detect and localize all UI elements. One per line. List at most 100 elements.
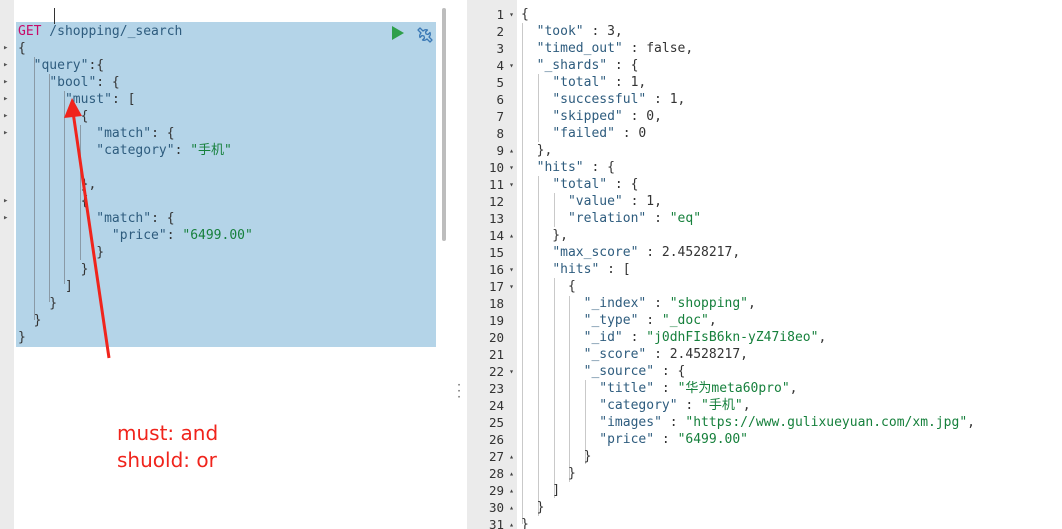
response-line[interactable]: "timed_out" : false, — [521, 40, 694, 57]
fold-toggle-icon[interactable]: ▸ — [3, 195, 9, 208]
response-line[interactable]: "relation" : "eq" — [521, 210, 701, 227]
fold-end-icon[interactable]: ▴ — [507, 448, 516, 465]
request-line[interactable]: "match": { — [18, 125, 174, 142]
response-line[interactable]: }, — [521, 142, 553, 159]
code-token: { — [18, 194, 89, 209]
response-line[interactable]: "price" : "6499.00" — [521, 431, 748, 448]
line-number: 2 — [496, 24, 504, 39]
vertical-dots-icon[interactable]: · · · — [454, 379, 464, 403]
fold-end-icon[interactable]: ▴ — [507, 227, 516, 244]
fold-toggle-icon[interactable]: ▸ — [3, 127, 9, 140]
request-editor[interactable]: ▸ ▸ ▸ ▸ ▸ ▸ ▸ ▸ GET /shopping/_search { "query"… — [0, 0, 446, 529]
line-number: 29 — [488, 483, 504, 498]
response-line[interactable]: { — [521, 278, 576, 295]
request-line[interactable]: "price": "6499.00" — [18, 227, 253, 244]
request-line[interactable]: } — [18, 329, 26, 346]
response-line[interactable]: "successful" : 1, — [521, 91, 685, 108]
request-line[interactable]: { — [18, 108, 89, 125]
fold-collapse-icon[interactable]: ▾ — [507, 261, 516, 278]
request-line[interactable]: "match": { — [18, 210, 174, 227]
code-token: "must" — [64, 92, 112, 107]
fold-end-icon[interactable]: ▴ — [507, 465, 516, 482]
request-line[interactable]: } — [18, 244, 104, 261]
request-line[interactable]: } — [18, 295, 57, 312]
response-line[interactable]: }, — [521, 227, 568, 244]
fold-collapse-icon[interactable]: ▾ — [507, 363, 516, 380]
response-line[interactable]: "took" : 3, — [521, 23, 623, 40]
fold-collapse-icon[interactable]: ▾ — [507, 159, 516, 176]
response-line[interactable]: } — [521, 448, 592, 465]
response-line[interactable]: } — [521, 499, 545, 516]
fold-toggle-icon[interactable]: ▸ — [3, 93, 9, 106]
fold-end-icon[interactable]: ▴ — [507, 499, 516, 516]
request-scrollbar[interactable] — [442, 8, 446, 241]
response-line[interactable]: { — [521, 6, 529, 23]
response-line[interactable]: "_type" : "_doc", — [521, 312, 717, 329]
response-line[interactable]: "title" : "华为meta60pro", — [521, 380, 797, 397]
request-line[interactable]: { — [18, 193, 89, 210]
code-token: } — [18, 262, 89, 277]
fold-end-icon[interactable]: ▴ — [507, 516, 516, 529]
request-line[interactable]: }, — [18, 176, 97, 193]
response-line[interactable]: "failed" : 0 — [521, 125, 646, 142]
response-line[interactable]: "category" : "手机", — [521, 397, 750, 414]
response-viewer[interactable]: 1 ▾ 2 3 4 ▾ 5 6 7 8 9 ▴ 10 ▾ 11 ▾ 12 13 14 ▴ 15 16 ▾ 17 ▾ 18 19 20 2… — [467, 0, 1062, 529]
fold-collapse-icon[interactable]: ▾ — [507, 278, 516, 295]
response-line[interactable]: "_id" : "j0dhFIsB6kn-yZ47i8eo", — [521, 329, 827, 346]
response-line[interactable]: "total" : 1, — [521, 74, 646, 91]
fold-collapse-icon[interactable]: ▾ — [507, 176, 516, 193]
response-line[interactable]: "hits" : { — [521, 159, 615, 176]
code-token: "6499.00" — [182, 228, 253, 243]
response-line[interactable]: } — [521, 465, 576, 482]
request-line[interactable]: "query":{ — [18, 57, 104, 74]
fold-end-icon[interactable]: ▴ — [507, 142, 516, 159]
response-line[interactable]: } — [521, 516, 529, 529]
code-token: "手机" — [190, 143, 232, 158]
response-line[interactable]: "total" : { — [521, 176, 638, 193]
fold-toggle-icon[interactable]: ▸ — [3, 110, 9, 123]
fold-toggle-icon[interactable]: ▸ — [3, 42, 9, 55]
response-line[interactable]: ] — [521, 482, 560, 499]
code-token: } — [521, 500, 545, 515]
code-token: : — [174, 143, 191, 158]
code-token: ] — [18, 279, 73, 294]
code-token: "timed_out" — [536, 41, 623, 56]
fold-collapse-icon[interactable]: ▾ — [507, 57, 516, 74]
response-line[interactable]: "value" : 1, — [521, 193, 662, 210]
line-number: 27 — [488, 449, 504, 464]
response-line[interactable]: "images" : "https://www.gulixueyuan.com/… — [521, 414, 975, 431]
code-token: }, — [521, 228, 568, 243]
fold-toggle-icon[interactable]: ▸ — [3, 212, 9, 225]
run-request-icon[interactable] — [391, 26, 405, 40]
code-token: ] — [521, 483, 561, 498]
fold-toggle-icon[interactable]: ▸ — [3, 59, 9, 72]
code-token: "images" — [599, 415, 662, 430]
response-line[interactable]: "_score" : 2.4528217, — [521, 346, 748, 363]
response-line[interactable]: "_index" : "shopping", — [521, 295, 756, 312]
request-line-method[interactable]: GET /shopping/_search — [18, 23, 182, 40]
code-token: "华为meta60pro" — [677, 381, 790, 396]
fold-end-icon[interactable]: ▴ — [507, 482, 516, 499]
code-token: }, — [18, 177, 97, 192]
response-line[interactable]: "max_score" : 2.4528217, — [521, 244, 740, 261]
request-line[interactable]: "bool": { — [18, 74, 119, 91]
code-token: } — [521, 449, 592, 464]
response-line[interactable]: "_source" : { — [521, 363, 686, 380]
request-line[interactable]: "category": "手机" — [18, 142, 232, 159]
fold-toggle-icon[interactable]: ▸ — [3, 76, 9, 89]
wrench-icon[interactable] — [415, 25, 433, 43]
line-number: 30 — [488, 500, 504, 515]
request-line[interactable]: } — [18, 312, 42, 329]
request-line[interactable]: { — [18, 40, 26, 57]
request-line[interactable]: "must": [ — [18, 91, 135, 108]
response-line[interactable]: "_shards" : { — [521, 57, 639, 74]
request-line[interactable]: ] — [18, 278, 73, 295]
request-line[interactable]: } — [18, 261, 89, 278]
response-line[interactable]: "hits" : [ — [521, 261, 630, 278]
response-line[interactable]: "skipped" : 0, — [521, 108, 662, 125]
fold-collapse-icon[interactable]: ▾ — [507, 6, 516, 23]
